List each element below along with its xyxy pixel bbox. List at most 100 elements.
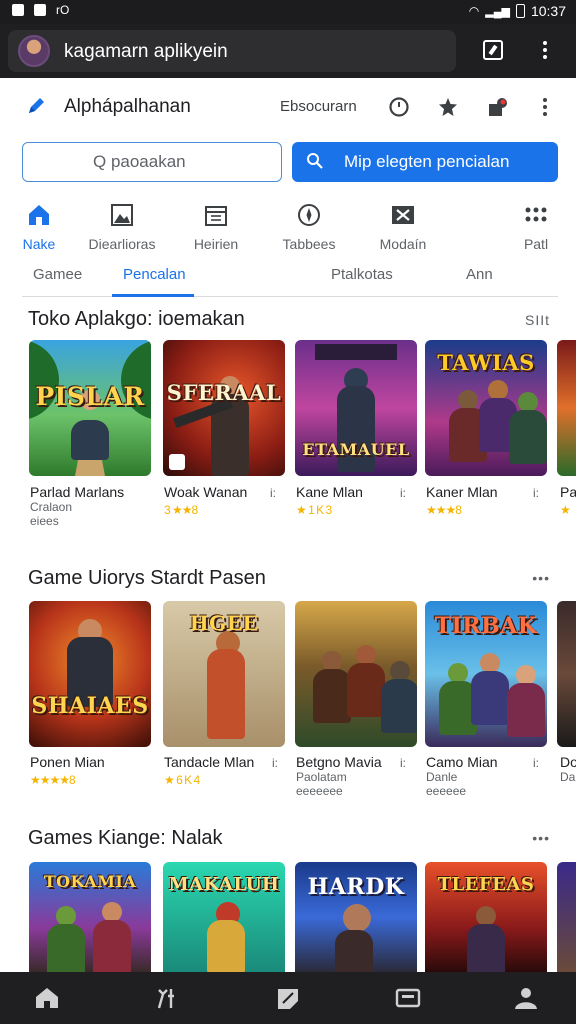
bottom-navigation xyxy=(0,972,576,1024)
section-more-button[interactable]: SIIt xyxy=(525,312,550,328)
category-compass[interactable]: Tabbees xyxy=(264,202,354,252)
game-rating: ★★★8 xyxy=(426,503,462,517)
info-icon[interactable]: i: xyxy=(533,756,539,770)
search-icon xyxy=(307,153,323,169)
home-icon[interactable] xyxy=(34,986,60,1010)
game-rating: 3 ★★8 xyxy=(164,503,198,517)
badge-icon xyxy=(169,454,185,470)
game-rating: ★ xyxy=(560,503,571,517)
game-name[interactable]: Pa xyxy=(560,484,576,500)
game-name[interactable]: Do xyxy=(560,754,576,770)
tab-switcher-icon[interactable] xyxy=(483,40,503,60)
tools-icon[interactable] xyxy=(153,986,179,1010)
category-apps[interactable]: Patl xyxy=(491,202,576,252)
tab-ann[interactable]: Ann xyxy=(466,266,493,283)
clock-icon[interactable] xyxy=(388,96,410,118)
game-card[interactable]: TAWIAS xyxy=(425,340,547,476)
game-card[interactable] xyxy=(295,601,417,747)
game-rating: eeeeeee xyxy=(296,784,343,798)
overflow-menu-icon[interactable] xyxy=(543,98,549,116)
info-icon[interactable]: i: xyxy=(270,486,276,500)
game-rating: ★ 6 K 4 xyxy=(164,773,200,787)
status-notifications: rO xyxy=(12,3,69,17)
category-home[interactable]: Nake xyxy=(0,202,84,252)
badge-icon[interactable] xyxy=(437,96,459,118)
game-art-title: HARDK xyxy=(307,874,405,900)
game-art-title: MAKALUH xyxy=(168,874,280,895)
game-rating: eiees xyxy=(30,514,59,528)
game-art-title: SHAIAES xyxy=(31,693,149,719)
status-system: ◠ ▂▄▆ 10:37 xyxy=(469,3,566,19)
tab-pencalan[interactable]: Pencalan xyxy=(123,266,186,283)
game-card[interactable]: PISLAR xyxy=(29,340,151,476)
game-art-title: TAWIAS xyxy=(437,350,535,375)
game-card[interactable]: TLEFEAS xyxy=(425,862,547,972)
status-bar: rO ◠ ▂▄▆ 10:37 xyxy=(0,0,576,24)
info-icon[interactable]: i: xyxy=(400,756,406,770)
category-label: Nake xyxy=(22,236,56,252)
game-name[interactable]: Tandacle Mlan xyxy=(164,754,254,770)
game-name[interactable]: Camo Mian xyxy=(426,754,498,770)
game-card[interactable]: MAKALUH xyxy=(163,862,285,972)
sync-icon: rO xyxy=(56,3,70,17)
game-name[interactable]: Ponen Mian xyxy=(30,754,105,770)
note-icon[interactable] xyxy=(275,986,301,1010)
category-label: Heirien xyxy=(193,236,239,252)
section-more-button[interactable]: ••• xyxy=(532,570,550,586)
tab-ptalkotas[interactable]: Ptalkotas xyxy=(331,266,393,283)
home-icon xyxy=(29,205,49,225)
address-bar[interactable]: kagamarn aplikyein xyxy=(8,30,456,72)
category-modal[interactable]: Modaín xyxy=(358,202,448,252)
game-card[interactable] xyxy=(557,862,576,972)
game-card[interactable] xyxy=(557,601,576,747)
game-art-title: TIRBAK xyxy=(434,613,538,639)
active-tab-indicator xyxy=(112,294,194,297)
tab-games[interactable]: Gamee xyxy=(33,266,82,283)
game-art-title: SFERAAL xyxy=(166,380,282,405)
page-title-text: kagamarn aplikyein xyxy=(64,41,228,62)
game-name[interactable]: Kane Mlan xyxy=(296,484,363,500)
game-name[interactable]: Kaner Mlan xyxy=(426,484,498,500)
search-input[interactable]: Q paoaakan xyxy=(22,142,282,182)
game-name[interactable]: Parlad Marlans xyxy=(30,484,124,500)
search-button[interactable]: Mip elegten pencialan xyxy=(292,142,558,182)
section-title: Games Kiange: Nalak xyxy=(28,827,223,849)
info-icon[interactable]: i: xyxy=(272,756,278,770)
game-rating: ★ 1 K 3 xyxy=(296,503,332,517)
info-icon[interactable]: i: xyxy=(400,486,406,500)
section-more-button[interactable]: ••• xyxy=(532,830,550,846)
category-label: Modaín xyxy=(379,236,427,252)
apps-icon xyxy=(525,207,547,222)
tab-divider xyxy=(22,296,558,297)
notification-icon xyxy=(12,4,24,16)
game-subtitle: Da xyxy=(560,770,576,784)
info-icon[interactable]: i: xyxy=(533,486,539,500)
game-name[interactable]: Betgno Mavia xyxy=(296,754,382,770)
game-art-title: PISLAR xyxy=(35,382,145,411)
category-images[interactable]: Diearlioras xyxy=(77,202,167,252)
game-card[interactable]: ETAMAUEL xyxy=(295,340,417,476)
game-card[interactable]: TIRBAK xyxy=(425,601,547,747)
clock: 10:37 xyxy=(530,3,566,19)
account-icon[interactable] xyxy=(487,96,509,118)
browser-menu-icon[interactable] xyxy=(543,41,549,59)
game-card[interactable]: HARDK xyxy=(295,862,417,972)
header-link[interactable]: Ebsocurarn xyxy=(280,98,357,115)
battery-icon xyxy=(515,4,525,18)
close-box-icon xyxy=(392,206,414,224)
game-card[interactable]: HGEE xyxy=(163,601,285,747)
game-art-title: TLEFEAS xyxy=(437,874,535,895)
game-card[interactable]: SHAIAES xyxy=(29,601,151,747)
app-header: Alphápalhanan Ebsocurarn xyxy=(0,78,576,134)
game-name[interactable]: Woak Wanan xyxy=(164,484,247,500)
game-card[interactable]: TOKAMIA xyxy=(29,862,151,972)
tv-icon[interactable] xyxy=(395,986,421,1010)
category-calendar[interactable]: Heirien xyxy=(171,202,261,252)
person-icon[interactable] xyxy=(513,986,539,1010)
category-label: Patl xyxy=(523,236,549,252)
game-card[interactable]: SFERAAL xyxy=(163,340,285,476)
game-card[interactable] xyxy=(557,340,576,476)
game-rating: ★★★★8 xyxy=(30,773,76,787)
app-title: Alphápalhanan xyxy=(64,96,191,117)
profile-avatar[interactable] xyxy=(18,35,50,67)
